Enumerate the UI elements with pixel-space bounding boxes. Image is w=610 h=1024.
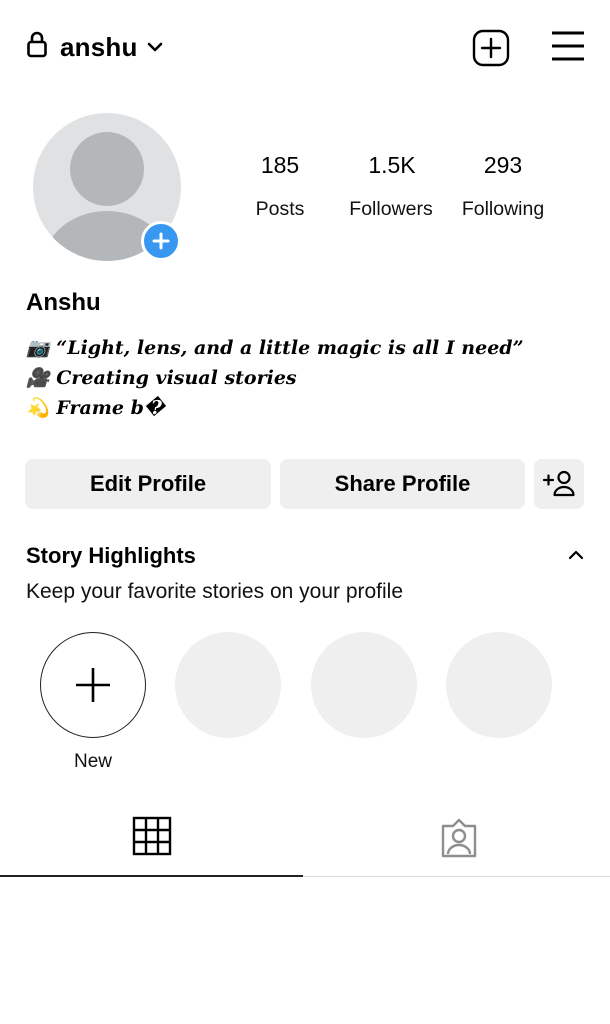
- chevron-up-icon[interactable]: [567, 548, 585, 562]
- edit-profile-button[interactable]: Edit Profile: [25, 459, 271, 509]
- camera-emoji-icon: 📷: [26, 337, 50, 359]
- dizzy-emoji-icon: 💫: [26, 397, 50, 419]
- chevron-down-icon[interactable]: [147, 40, 163, 54]
- add-person-icon: [542, 470, 575, 497]
- account-username[interactable]: anshu: [60, 32, 138, 63]
- bio-text: Creating visual stories: [56, 367, 297, 389]
- share-profile-button[interactable]: Share Profile: [280, 459, 525, 509]
- new-highlight-label: New: [73, 751, 112, 772]
- new-highlight-button[interactable]: [40, 632, 146, 738]
- lock-icon: [27, 31, 47, 58]
- bio-text: “Light, lens, and a little magic is all …: [56, 337, 524, 359]
- grid-icon[interactable]: [132, 816, 172, 856]
- bio-line: 🎥 Creating visual stories: [26, 366, 297, 389]
- followers-label[interactable]: Followers: [326, 198, 456, 221]
- following-count[interactable]: 293: [443, 152, 563, 179]
- highlight-placeholder: [311, 632, 417, 738]
- highlight-placeholder: [446, 632, 552, 738]
- plus-icon: [76, 668, 110, 702]
- following-label[interactable]: Following: [438, 198, 568, 221]
- plus-circle-icon: [152, 232, 170, 250]
- bio-text: Frame b�: [56, 397, 166, 419]
- discover-people-button[interactable]: [534, 459, 584, 509]
- highlight-placeholder: [175, 632, 281, 738]
- highlights-subtitle: Keep your favorite stories on your profi…: [26, 580, 404, 603]
- video-camera-emoji-icon: 🎥: [26, 367, 50, 389]
- bio-line: 💫 Frame b�: [26, 396, 165, 419]
- profile-full-name: Anshu: [26, 289, 101, 316]
- tagged-person-icon[interactable]: [439, 818, 479, 858]
- posts-count[interactable]: 185: [220, 152, 340, 179]
- highlights-title: Story Highlights: [26, 543, 196, 568]
- followers-count[interactable]: 1.5K: [332, 152, 452, 179]
- add-story-button[interactable]: [141, 221, 181, 261]
- create-post-button[interactable]: [472, 29, 510, 67]
- active-tab-indicator: [0, 875, 303, 877]
- menu-button[interactable]: [550, 30, 586, 62]
- bio-line: 📷 “Light, lens, and a little magic is al…: [26, 336, 524, 359]
